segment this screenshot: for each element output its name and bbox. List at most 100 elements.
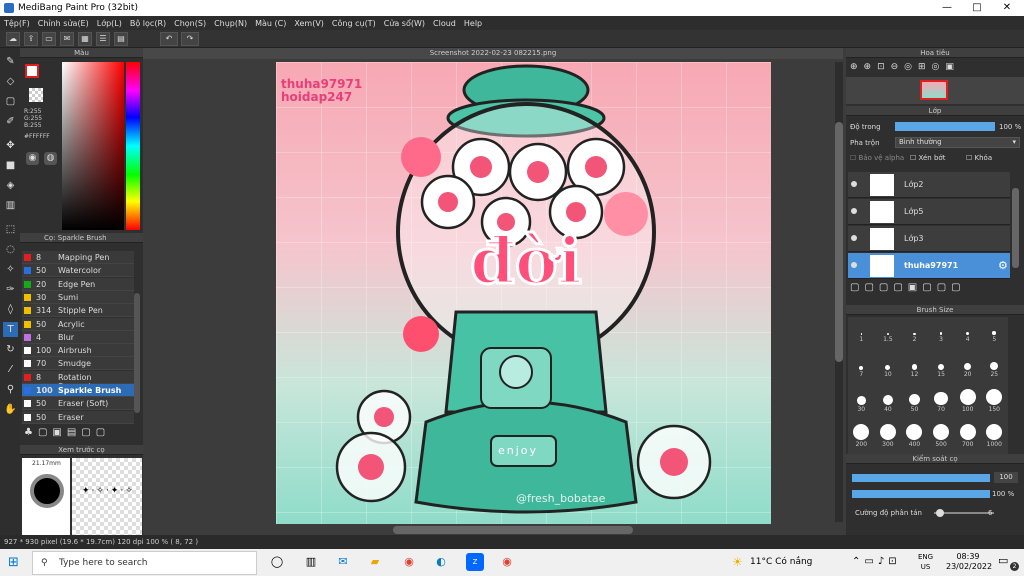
navigator-thumbnail[interactable]: [920, 80, 948, 100]
brush-item[interactable]: 20 Edge Pen: [22, 277, 134, 291]
gradient-tool-icon[interactable]: ▥: [3, 198, 18, 213]
palette-icon[interactable]: ◉: [26, 152, 39, 165]
menu-edit[interactable]: Chỉnh sửa(E): [38, 19, 89, 28]
brush-size-option[interactable]: 150: [981, 387, 1008, 421]
brush-size-option[interactable]: 5: [981, 317, 1008, 351]
file-explorer-icon[interactable]: ▰: [366, 553, 384, 571]
menu-help[interactable]: Help: [464, 19, 482, 28]
brush-size-option[interactable]: 10: [875, 352, 902, 386]
clipping-checkbox[interactable]: ☐ Xén bớt: [910, 154, 945, 162]
maximize-button[interactable]: □: [962, 0, 992, 16]
operation-tool-icon[interactable]: ↻: [3, 342, 18, 357]
brush-item[interactable]: 8Rotation Symmetry: [22, 370, 134, 391]
brush-size-option[interactable]: 4: [954, 317, 981, 351]
brush-panel-actions[interactable]: ♣▢▣▤▢▢: [24, 427, 110, 438]
brush-size-option[interactable]: 20: [954, 352, 981, 386]
brush-item[interactable]: 4 Blur: [22, 330, 134, 344]
layer-row[interactable]: Lớp2: [848, 172, 1010, 198]
lasso-tool-icon[interactable]: ◌: [3, 242, 18, 257]
magic-wand-icon[interactable]: ✧: [3, 262, 18, 277]
brush-size-option[interactable]: 12: [901, 352, 928, 386]
brush-item[interactable]: 100 Sparkle Brush: [22, 384, 134, 397]
menu-select[interactable]: Chọn(S): [174, 19, 206, 28]
undo-icon[interactable]: ↶: [160, 32, 178, 46]
brush-list-scrollbar[interactable]: [134, 293, 140, 413]
menu-color[interactable]: Màu (C): [255, 19, 286, 28]
task-view-icon[interactable]: ◯: [268, 553, 286, 571]
hue-slider[interactable]: [126, 62, 140, 230]
move-tool-icon[interactable]: ✥: [3, 138, 18, 153]
brush-tool-icon[interactable]: ✎: [3, 54, 18, 69]
menu-window[interactable]: Cửa sổ(W): [384, 19, 425, 28]
medibang-task-icon[interactable]: ◉: [498, 553, 516, 571]
protect-alpha-checkbox[interactable]: ☐ Bảo vệ alpha: [850, 154, 904, 162]
brush-size-option[interactable]: 7: [848, 352, 875, 386]
brush-size-option[interactable]: 50: [901, 387, 928, 421]
layer-actions[interactable]: ▢▢▢▢▣▢▢▢: [850, 282, 966, 293]
scatter-slider[interactable]: [934, 509, 994, 517]
close-button[interactable]: ✕: [992, 0, 1022, 16]
layer-opacity-slider[interactable]: [895, 122, 995, 131]
menu-view[interactable]: Xem(V): [294, 19, 324, 28]
redo-icon[interactable]: ↷: [181, 32, 199, 46]
foreground-color-swatch[interactable]: [25, 64, 39, 78]
brush-item[interactable]: 50 Eraser: [22, 410, 134, 424]
brush-item[interactable]: 30 Sumi: [22, 290, 134, 304]
gear-icon[interactable]: ⚙: [998, 259, 1008, 272]
brush-size-option[interactable]: 1.5: [875, 317, 902, 351]
menu-tools[interactable]: Công cụ(T): [332, 19, 376, 28]
brush-size-option[interactable]: 700: [954, 422, 981, 456]
brush-size-option[interactable]: 30: [848, 387, 875, 421]
brush-item[interactable]: 50 Watercolor: [22, 264, 134, 278]
brush-item[interactable]: 70 Smudge: [22, 357, 134, 371]
saturation-value-picker[interactable]: [62, 62, 124, 230]
brush-size-option[interactable]: 1: [848, 317, 875, 351]
select-tool-icon[interactable]: ⬚: [3, 222, 18, 237]
language-indicator[interactable]: ENG US: [918, 552, 933, 572]
blend-mode-select[interactable]: Bình thường ▾: [895, 137, 1020, 148]
brush-size-option[interactable]: 25: [981, 352, 1008, 386]
brush-size-value[interactable]: 100: [994, 472, 1018, 483]
canvas-vscroll[interactable]: [835, 62, 843, 522]
brush-item[interactable]: 314 Stipple Pen: [22, 304, 134, 318]
select-pen-icon[interactable]: ✑: [3, 282, 18, 297]
brush-size-option[interactable]: 200: [848, 422, 875, 456]
artwork-canvas[interactable]: thuha97971 hoidap247 đời enjoy @fresh_bo…: [276, 62, 771, 524]
comment-icon[interactable]: ▭: [42, 32, 56, 46]
hand-tool-icon[interactable]: ✋: [3, 402, 18, 417]
brush-size-option[interactable]: 1000: [981, 422, 1008, 456]
taskbar-search-input[interactable]: ⚲ Type here to search: [32, 551, 257, 575]
task-switch-icon[interactable]: ▥: [302, 553, 320, 571]
eyedropper-icon[interactable]: ⚲: [3, 382, 18, 397]
menu-layer[interactable]: Lớp(L): [97, 19, 122, 28]
windows-start-icon[interactable]: ⊞: [8, 555, 19, 570]
brush-size-option[interactable]: 15: [928, 352, 955, 386]
fill-tool-icon[interactable]: ◈: [3, 178, 18, 193]
clock[interactable]: 08:39 23/02/2022: [946, 552, 992, 572]
brush-size-option[interactable]: 100: [954, 387, 981, 421]
visibility-eye-icon[interactable]: [851, 181, 857, 187]
brush-item[interactable]: 100 Airbrush: [22, 344, 134, 358]
weather-text[interactable]: 11°C Có nắng: [750, 557, 812, 567]
lock-checkbox[interactable]: ☐ Khóa: [966, 154, 992, 162]
brush-size-slider[interactable]: [852, 474, 990, 482]
brush-size-option[interactable]: 500: [928, 422, 955, 456]
brush-size-option[interactable]: 400: [901, 422, 928, 456]
pen-tool-icon[interactable]: ✐: [3, 114, 18, 129]
brush-size-option[interactable]: 40: [875, 387, 902, 421]
navigator-controls[interactable]: ⊕⊕⊡⊖◎⊞◎▣: [850, 62, 960, 72]
tray-icons[interactable]: ⌃▭♪⊡: [852, 556, 901, 567]
brush-opacity-slider[interactable]: [852, 490, 990, 498]
menu-file[interactable]: Tệp(F): [4, 19, 30, 28]
brush-item[interactable]: 50 Eraser (Soft): [22, 397, 134, 411]
brush-size-option[interactable]: 70: [928, 387, 955, 421]
edge-icon[interactable]: ◐: [432, 553, 450, 571]
brush-size-option[interactable]: 300: [875, 422, 902, 456]
rect-tool-icon[interactable]: ▢: [3, 94, 18, 109]
menu-filter[interactable]: Bộ lọc(R): [130, 19, 166, 28]
minimize-button[interactable]: —: [932, 0, 962, 16]
text-tool-icon[interactable]: T: [3, 322, 18, 337]
brush-size-option[interactable]: 2: [901, 317, 928, 351]
color-wheel-icon[interactable]: ◍: [44, 152, 57, 165]
canvas-hscroll[interactable]: [393, 526, 633, 534]
